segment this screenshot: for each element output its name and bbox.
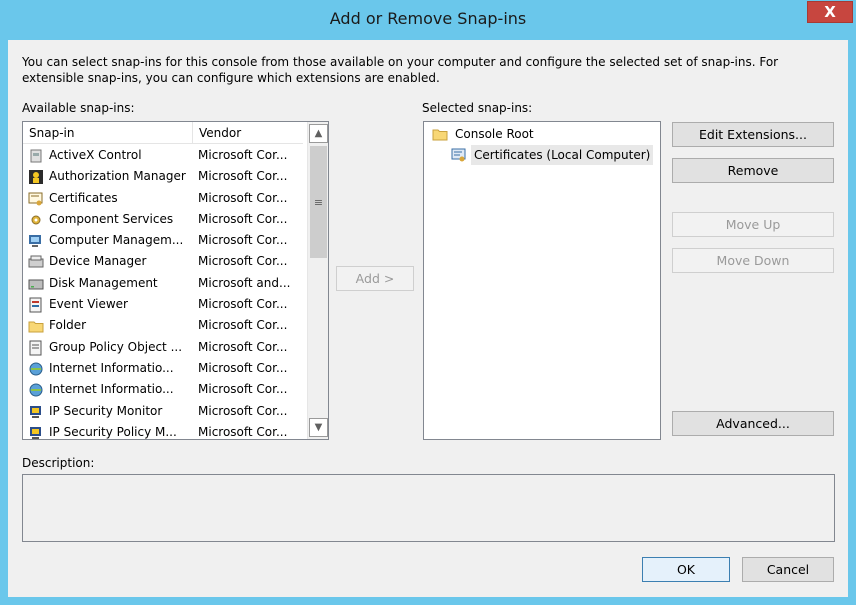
snapin-vendor: Microsoft Cor... (198, 424, 288, 439)
snapin-vendor: Microsoft and... (198, 275, 291, 290)
list-item[interactable]: Device Manager Microsoft Cor... (23, 251, 303, 272)
snapin-name: ActiveX Control (49, 148, 142, 162)
snapin-vendor: Microsoft Cor... (198, 148, 288, 162)
snapin-name: Computer Managem... (49, 233, 184, 248)
remove-button[interactable]: Remove (672, 158, 834, 183)
snapin-vendor: Microsoft Cor... (198, 233, 288, 248)
list-item[interactable]: Internet Informatio... Microsoft Cor... (23, 379, 303, 400)
disk-management-icon (28, 279, 44, 290)
ip-security-icon (30, 405, 41, 418)
list-item[interactable]: Authorization Manager Microsoft Cor... (23, 166, 303, 187)
list-item[interactable]: Group Policy Object ... Microsoft Cor... (23, 337, 303, 358)
snapin-dialog-window: Add or Remove Snap-ins X You can select … (0, 0, 856, 605)
list-item[interactable]: Internet Informatio... Microsoft Cor... (23, 358, 303, 379)
list-item[interactable]: IP Security Policy M... Microsoft Cor... (23, 422, 303, 439)
ip-security-policy-icon (30, 426, 41, 439)
activex-icon (30, 149, 42, 163)
title-bar[interactable]: Add or Remove Snap-ins X (0, 0, 856, 38)
cancel-button[interactable]: Cancel (742, 557, 834, 582)
close-button[interactable]: X (807, 1, 853, 23)
dialog-client-area: You can select snap-ins for this console… (8, 40, 848, 597)
move-up-button[interactable]: Move Up (672, 212, 834, 237)
group-policy-icon (29, 340, 42, 356)
list-item[interactable]: ActiveX Control Microsoft Cor... (23, 145, 303, 166)
snapin-vendor: Microsoft Cor... (198, 169, 288, 184)
edit-extensions-button[interactable]: Edit Extensions... (672, 122, 834, 147)
event-viewer-icon (29, 297, 42, 313)
certificate-icon (28, 192, 43, 206)
snapin-name: Disk Management (49, 275, 158, 290)
snapin-vendor: Microsoft Cor... (198, 318, 288, 333)
tree-item-label: Console Root (455, 127, 534, 141)
list-item[interactable]: Computer Managem... Microsoft Cor... (23, 230, 303, 251)
certificate-icon (451, 148, 466, 162)
column-header-snapin[interactable]: Snap-in (23, 122, 193, 144)
list-item[interactable]: IP Security Monitor Microsoft Cor... (23, 401, 303, 422)
description-label: Description: (22, 456, 95, 470)
list-item[interactable]: Component Services Microsoft Cor... (23, 209, 303, 230)
component-services-icon (31, 215, 41, 225)
add-button[interactable]: Add > (336, 266, 414, 291)
snapin-vendor: Microsoft Cor... (198, 190, 288, 205)
list-rows: ActiveX Control Microsoft Cor... Authoriza… (23, 145, 303, 439)
snapin-vendor: Microsoft Cor... (198, 360, 288, 375)
snapin-name: Authorization Manager (49, 169, 186, 184)
authorization-icon (29, 170, 43, 185)
available-snapins-label: Available snap-ins: (22, 101, 135, 115)
scroll-down-arrow-icon[interactable]: ▼ (309, 418, 328, 437)
intro-text: You can select snap-ins for this console… (22, 55, 779, 85)
snapin-name: Internet Informatio... (49, 360, 174, 375)
scroll-thumb[interactable]: ≡ (310, 146, 327, 258)
tree-item-label: Certificates (Local Computer) (471, 145, 654, 165)
column-header-vendor[interactable]: Vendor (193, 122, 303, 144)
folder-icon (28, 321, 44, 333)
available-snapins-list[interactable]: Snap-in Vendor ActiveX Control Microsoft … (22, 121, 329, 440)
selected-snapins-tree[interactable]: Console Root Certificates (Local Compute… (423, 121, 661, 440)
scroll-up-arrow-icon[interactable]: ▲ (309, 124, 328, 143)
advanced-button[interactable]: Advanced... (672, 411, 834, 436)
move-down-button[interactable]: Move Down (672, 248, 834, 273)
list-item[interactable]: Folder Microsoft Cor... (23, 315, 303, 336)
snapin-name: Component Services (49, 211, 174, 226)
close-icon: X (824, 3, 836, 21)
snapin-vendor: Microsoft Cor... (198, 339, 288, 354)
list-scrollbar[interactable]: ▲ ≡ ▼ (307, 122, 328, 439)
ok-button[interactable]: OK (642, 557, 730, 582)
snapin-name: Group Policy Object ... (49, 339, 183, 354)
list-item[interactable]: Disk Management Microsoft and... (23, 273, 303, 294)
snapin-name: Certificates (49, 190, 118, 205)
snapin-vendor: Microsoft Cor... (198, 297, 288, 312)
iis-icon (29, 362, 43, 376)
computer-management-icon (29, 235, 41, 248)
description-box (22, 474, 835, 542)
list-item[interactable]: Certificates Microsoft Cor... (23, 188, 303, 209)
snapin-vendor: Microsoft Cor... (198, 211, 288, 226)
folder-icon (432, 129, 448, 141)
snapin-name: Device Manager (49, 254, 147, 269)
snapin-name: Folder (49, 318, 87, 333)
list-item[interactable]: Event Viewer Microsoft Cor... (23, 294, 303, 315)
snapin-name: IP Security Monitor (49, 403, 163, 418)
snapin-vendor: Microsoft Cor... (198, 403, 288, 418)
iis-icon (29, 383, 43, 397)
device-manager-icon (28, 255, 44, 268)
window-title: Add or Remove Snap-ins (329, 9, 527, 28)
snapin-name: Internet Informatio... (49, 382, 174, 397)
list-header: Snap-in Vendor (23, 122, 303, 144)
snapin-vendor: Microsoft Cor... (198, 254, 288, 269)
snapin-name: IP Security Policy M... (49, 424, 177, 439)
selected-snapins-label: Selected snap-ins: (422, 101, 533, 115)
snapin-name: Event Viewer (49, 297, 128, 312)
snapin-vendor: Microsoft Cor... (198, 382, 288, 397)
